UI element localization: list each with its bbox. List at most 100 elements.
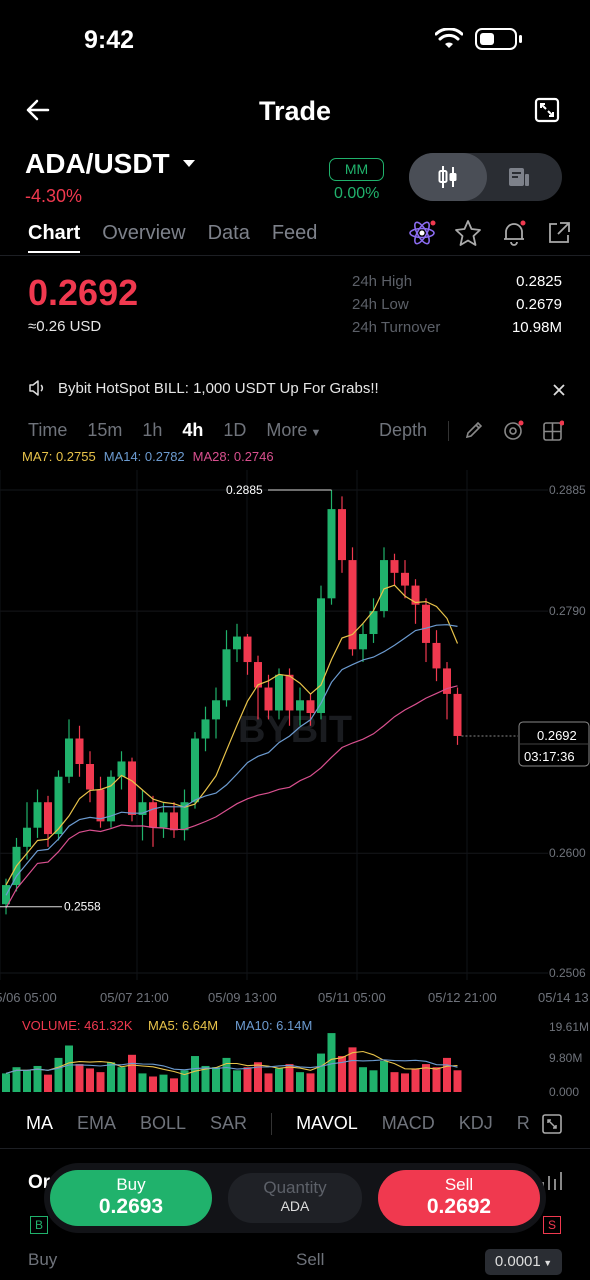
precision-select[interactable]: 0.0001 ▼	[485, 1249, 562, 1275]
y-tick-label: 0.2790	[549, 604, 586, 618]
candle	[44, 802, 52, 835]
indicator-ma[interactable]: MA	[26, 1113, 53, 1135]
speaker-icon	[29, 380, 44, 396]
candle	[401, 572, 409, 586]
ma-legend: MA7: 0.2755 MA14: 0.2782 MA28: 0.2746	[22, 449, 274, 464]
volume-bar	[107, 1062, 115, 1092]
candle	[380, 560, 388, 612]
tab-data[interactable]: Data	[208, 222, 250, 245]
volume-bar	[233, 1070, 241, 1092]
indicator-settings-icon[interactable]	[541, 1113, 563, 1135]
volume-bar	[432, 1067, 441, 1092]
volume-bar	[128, 1054, 136, 1092]
low-marker-label: 0.2558	[64, 900, 101, 914]
volume-bar	[191, 1056, 199, 1092]
orderbook-view-icon[interactable]	[508, 166, 530, 188]
y-tick-label: 0.2506	[549, 966, 586, 980]
volume-bar	[117, 1067, 126, 1092]
watermark: BYBIT	[238, 709, 352, 751]
volume-bar	[296, 1072, 304, 1092]
mm-badge[interactable]: MM	[329, 158, 384, 181]
ma14-label: MA14: 0.2782	[103, 449, 185, 464]
candle	[432, 642, 441, 669]
interval-4h[interactable]: 4h	[182, 420, 203, 441]
countdown-label: 03:17:36	[524, 749, 575, 764]
tab-chart[interactable]: Chart	[28, 222, 81, 253]
price-chart[interactable]: 0.2885 0.2790 0.2600 0.2506 BYBIT 0.2885 0.255…	[0, 470, 590, 1110]
volume-bar	[212, 1067, 220, 1092]
indicator-divider-line	[0, 1148, 590, 1149]
candle	[170, 812, 178, 831]
buy-button[interactable]: Buy 0.2693	[50, 1170, 212, 1226]
view-toggle[interactable]	[409, 153, 562, 201]
volume-tick-label: 19.61M	[549, 1020, 589, 1034]
volume-bar	[317, 1053, 325, 1092]
indicator-mavol[interactable]: MAVOL	[296, 1113, 358, 1135]
volume-ma5-line	[5, 1050, 458, 1076]
volume-bar	[411, 1068, 420, 1092]
fullscreen-icon[interactable]	[534, 97, 560, 123]
candle	[33, 802, 42, 828]
volume-bar	[285, 1064, 294, 1092]
tabs-divider	[0, 255, 590, 256]
indicator-macd[interactable]: MACD	[382, 1113, 435, 1135]
candle	[453, 693, 462, 736]
orderbook-buy-column: Buy	[28, 1250, 58, 1269]
volume-bar	[275, 1068, 283, 1092]
interval-1d[interactable]: 1D	[223, 420, 246, 441]
page-title: Trade	[258, 96, 332, 126]
candle	[96, 789, 105, 822]
interval-1h[interactable]: 1h	[142, 420, 162, 441]
tab-actions	[408, 219, 572, 247]
atom-icon[interactable]	[408, 219, 436, 247]
volume-bar	[170, 1078, 178, 1092]
announcement-text: Bybit HotSpot BILL: 1,000 USDT Up For Gr…	[58, 379, 379, 397]
quantity-input[interactable]: Quantity ADA	[228, 1173, 362, 1223]
close-icon[interactable]	[552, 383, 566, 397]
candle	[285, 674, 294, 711]
volume-bar	[86, 1068, 94, 1092]
indicator-sar[interactable]: SAR	[210, 1113, 247, 1135]
indicator-r[interactable]: R	[517, 1113, 530, 1135]
tab-overview[interactable]: Overview	[102, 222, 185, 245]
x-tick-label: 05/09 13:00	[208, 990, 277, 1005]
x-tick-label: 05/07 21:00	[100, 990, 169, 1005]
sell-button[interactable]: Sell 0.2692	[378, 1170, 540, 1226]
status-icons	[435, 28, 522, 50]
candle	[222, 649, 231, 701]
mm-rate: 0.00%	[334, 185, 380, 202]
interval-more[interactable]: More ▼	[266, 420, 321, 441]
tab-feed[interactable]: Feed	[272, 222, 318, 245]
interval-time[interactable]: Time	[28, 420, 67, 441]
bell-icon[interactable]	[500, 219, 528, 247]
grid-layout-icon[interactable]	[542, 420, 564, 442]
indicator-kdj[interactable]: KDJ	[459, 1113, 493, 1135]
candlestick-view-button[interactable]	[409, 153, 487, 201]
star-icon[interactable]	[454, 219, 482, 247]
candle	[306, 700, 315, 714]
volume-bar	[44, 1074, 52, 1092]
candlestick-icon	[438, 166, 457, 188]
candle	[212, 700, 220, 720]
status-time: 9:42	[84, 26, 135, 54]
indicator-boll[interactable]: BOLL	[140, 1113, 186, 1135]
announcement-bar[interactable]: Bybit HotSpot BILL: 1,000 USDT Up For Gr…	[28, 379, 379, 397]
indicator-ema[interactable]: EMA	[77, 1113, 116, 1135]
candle	[128, 761, 136, 815]
settings-icon[interactable]	[502, 420, 524, 442]
ma28-line	[5, 685, 458, 909]
caret-down-icon	[182, 160, 195, 167]
pencil-icon[interactable]	[464, 420, 484, 440]
main-tabs: Chart Overview Data Feed	[28, 222, 318, 253]
volume-bar	[306, 1073, 315, 1092]
depth-toggle[interactable]: Depth	[379, 420, 427, 441]
volume-bar	[453, 1070, 462, 1092]
wifi-icon	[435, 28, 463, 48]
candle	[422, 604, 430, 643]
sell-badge: S	[543, 1216, 561, 1234]
volume-bar	[327, 1033, 336, 1092]
pair-selector[interactable]: ADA/USDT	[25, 148, 196, 180]
share-icon[interactable]	[546, 220, 572, 246]
x-tick-label: 05/06 05:00	[0, 990, 57, 1005]
interval-15m[interactable]: 15m	[87, 420, 122, 441]
